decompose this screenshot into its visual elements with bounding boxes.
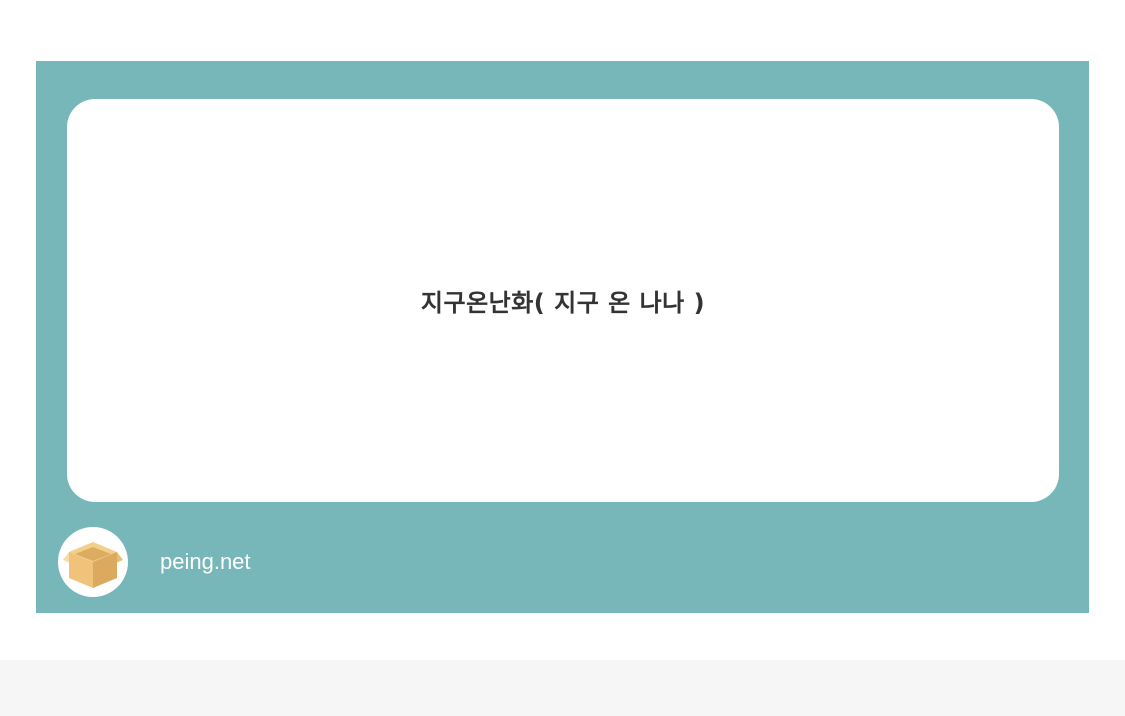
page: 지구온난화( 지구 온 나나 ) peing.net: [0, 0, 1125, 716]
card-footer: peing.net: [58, 526, 251, 598]
question-text: 지구온난화( 지구 온 나나 ): [420, 289, 706, 317]
bottom-bar: [0, 660, 1125, 716]
avatar: [58, 527, 128, 597]
question-box: 지구온난화( 지구 온 나나 ): [67, 99, 1059, 502]
brand-label: peing.net: [160, 549, 251, 574]
cardboard-box-icon: [63, 542, 123, 588]
question-card[interactable]: 지구온난화( 지구 온 나나 ) peing.net: [36, 61, 1089, 613]
